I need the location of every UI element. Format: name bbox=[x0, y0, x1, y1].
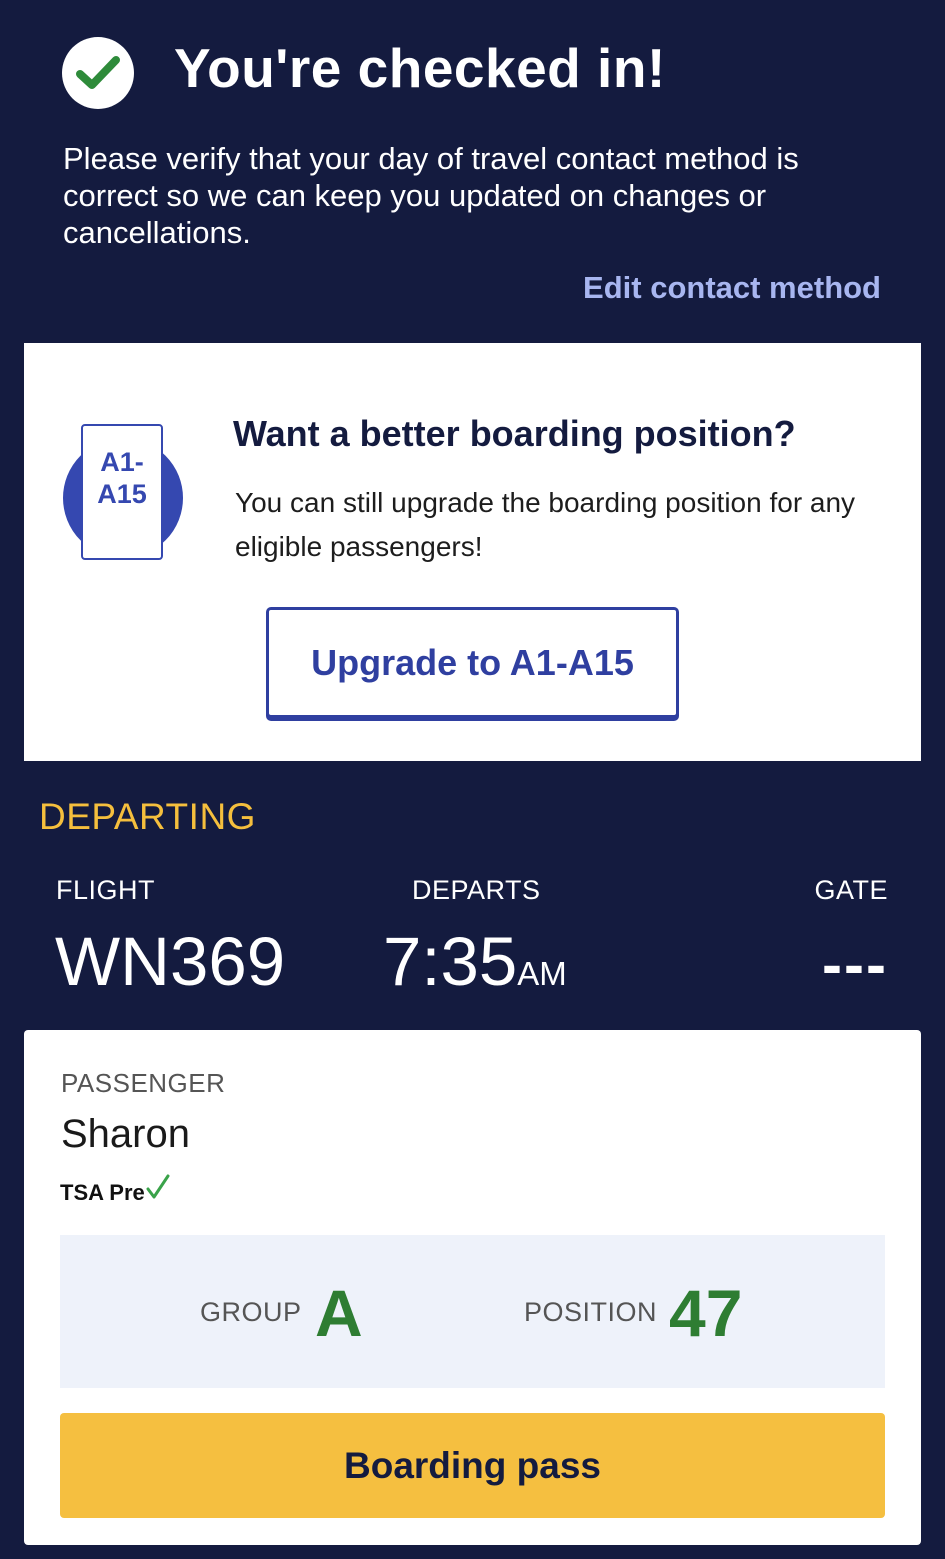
departure-time-value: 7:35 bbox=[383, 923, 518, 1000]
departs-label: DEPARTS bbox=[412, 875, 541, 905]
boarding-pass-button[interactable]: Boarding pass bbox=[60, 1413, 885, 1518]
position-value: 47 bbox=[669, 1276, 743, 1350]
badge-text-line2: A15 bbox=[97, 479, 147, 509]
departure-ampm: AM bbox=[517, 955, 567, 992]
upgrade-button[interactable]: Upgrade to A1-A15 bbox=[266, 607, 679, 718]
edit-contact-method-link[interactable]: Edit contact method bbox=[583, 270, 881, 306]
green-checkmark-icon bbox=[145, 1173, 171, 1206]
departure-time: 7:35AM bbox=[383, 922, 567, 1001]
flight-number: WN369 bbox=[55, 923, 286, 1000]
tsa-precheck-badge: TSA Pre bbox=[60, 1173, 171, 1206]
check-circle-icon bbox=[62, 37, 134, 109]
departing-heading: DEPARTING bbox=[39, 796, 256, 837]
upgrade-description: You can still upgrade the boarding posit… bbox=[235, 487, 856, 562]
passenger-card: PASSENGER Sharon TSA Pre GROUP A POSITIO… bbox=[24, 1030, 921, 1545]
group-value: A bbox=[315, 1276, 363, 1350]
position-label: POSITION bbox=[524, 1297, 658, 1327]
page-title: You're checked in! bbox=[174, 37, 666, 99]
upgrade-title: Want a better boarding position? bbox=[233, 413, 796, 454]
contact-verify-message: Please verify that your day of travel co… bbox=[63, 141, 799, 250]
group-label: GROUP bbox=[200, 1297, 302, 1327]
passenger-label: PASSENGER bbox=[61, 1068, 226, 1098]
gate-label: GATE bbox=[814, 875, 888, 905]
upgrade-card: A1- A15 Want a better boarding position?… bbox=[24, 343, 921, 761]
tsa-precheck-text: TSA Pre bbox=[60, 1180, 145, 1205]
badge-text-line1: A1- bbox=[100, 447, 144, 477]
gate-value: --- bbox=[822, 931, 888, 998]
checkin-screen: You're checked in! Please verify that yo… bbox=[0, 0, 945, 1559]
boarding-position-badge-icon: A1- A15 bbox=[60, 421, 186, 561]
passenger-name: Sharon bbox=[61, 1112, 190, 1156]
flight-label: FLIGHT bbox=[56, 875, 156, 905]
boarding-position-panel: GROUP A POSITION 47 bbox=[60, 1235, 885, 1388]
